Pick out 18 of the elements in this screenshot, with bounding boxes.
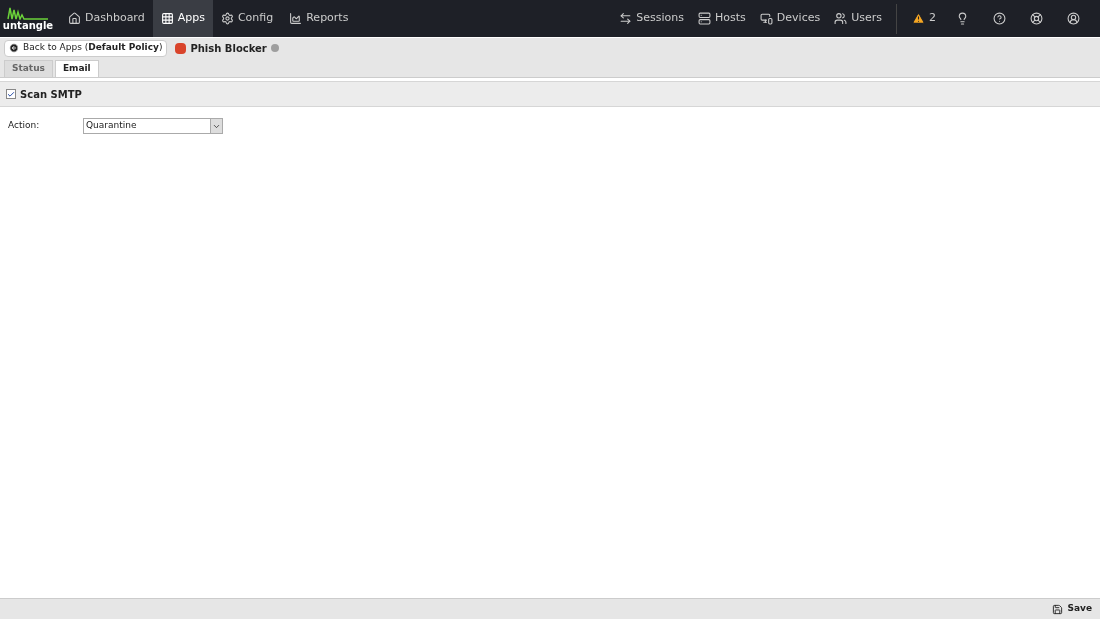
back-button[interactable]: Back to Apps (Default Policy) — [4, 39, 168, 57]
logo-text: untangle — [2, 19, 54, 32]
checkbox-label: Scan SMTP — [20, 87, 82, 102]
nav-tab[interactable]: Dashboard — [60, 0, 153, 37]
nav-tab[interactable]: Apps — [152, 0, 213, 37]
tab[interactable]: Status — [4, 60, 53, 77]
nav-link[interactable]: Users — [827, 0, 889, 37]
nav-link[interactable]: Hosts — [691, 0, 753, 37]
tab[interactable]: Email — [54, 60, 99, 77]
field-label: Action: — [8, 119, 41, 133]
nav-tab[interactable]: Config — [212, 0, 282, 37]
app-title: Phish Blocker — [190, 41, 267, 56]
save-button[interactable]: Save — [1052, 602, 1092, 616]
action-dropdown[interactable]: Quarantine — [83, 118, 223, 134]
nav-link[interactable]: Devices — [752, 0, 828, 37]
alerts-button[interactable]: 2 — [904, 10, 944, 27]
nav-tab[interactable]: Reports — [281, 0, 357, 37]
nav-link[interactable]: Sessions — [612, 0, 692, 37]
